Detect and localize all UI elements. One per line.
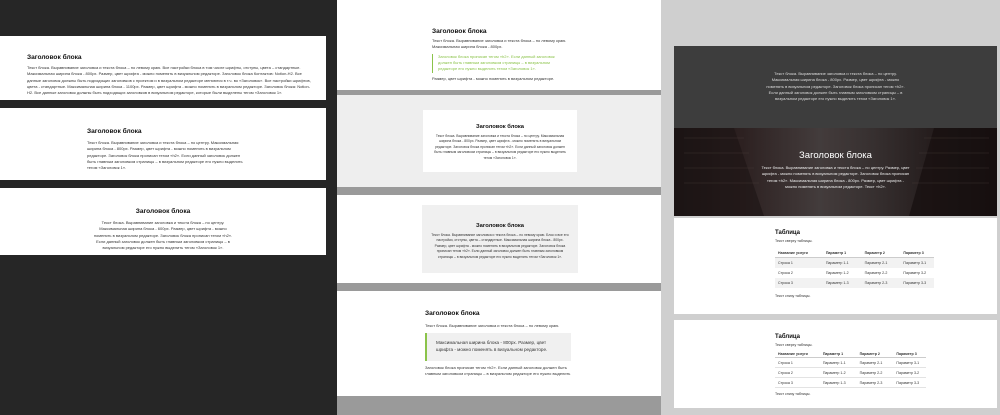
- block-title: Заголовок блока: [87, 128, 142, 135]
- table-below-text: Текст снизу таблицы.: [775, 392, 811, 397]
- block-note: Размер, цвет шрифта - можно поменять в в…: [432, 75, 555, 81]
- table-row: Строка 1 Параметр 1-1 Параметр 2-1 Парам…: [775, 257, 935, 269]
- block-callout: Максимальная ширина блока - 800px. Разме…: [425, 333, 571, 361]
- block-text: Текст блока. Выравнивание заголовка и те…: [766, 71, 905, 102]
- table-cell: Параметр 1-3: [815, 377, 853, 389]
- table-cell: Строка 1: [775, 357, 816, 369]
- right-table-block-2: Таблица Текст сверху таблицы. Название у…: [674, 320, 997, 408]
- data-table: Название услуги Параметр 1 Параметр 2 Па…: [775, 351, 927, 389]
- table-cell: Параметр 2-1: [864, 261, 888, 266]
- table-cell: Параметр 3-2: [903, 271, 927, 276]
- inner-card: Заголовок блока Текст блока. Выравнивани…: [422, 205, 578, 273]
- block-title: Заголовок блока: [135, 208, 191, 215]
- table-header-row: Название услуги Параметр 1 Параметр 2 Па…: [775, 249, 935, 259]
- middle-block-2: Заголовок блока Текст блока. Выравнивани…: [337, 95, 661, 187]
- block-text: Текст блока. Выравнивание заголовка и те…: [432, 38, 567, 50]
- block-text: Текст блока. Выравнивание заголовка и те…: [431, 233, 569, 259]
- table-cell: Параметр 2-3: [864, 281, 888, 286]
- block-title: Заголовок блока: [799, 150, 872, 161]
- right-photo-block: Заголовок блока Текст блока. Выравнивани…: [674, 128, 997, 216]
- block-text: Текст блока. Выравнивание заголовка и те…: [93, 220, 233, 251]
- block-text: Текст блока. Выравнивание заголовка и те…: [761, 165, 910, 189]
- block-text: Текст блока. Выравнивание заголовка и те…: [87, 140, 243, 171]
- table-below-text: Текст снизу таблицы.: [775, 294, 811, 299]
- table-cell: Параметр 3-2: [889, 367, 927, 379]
- middle-block-3: Заголовок блока Текст блока. Выравнивани…: [337, 195, 661, 283]
- table-header-cell: Параметр 3: [895, 249, 935, 259]
- table-header-cell: Название услуги: [775, 249, 818, 259]
- table-cell: Строка 3: [775, 377, 816, 389]
- block-title: Заголовок блока: [425, 310, 480, 317]
- block-text: Текст блока. Выравнивание заголовка и те…: [27, 65, 311, 96]
- table-row: Строка 2 Параметр 1-2 Параметр 2-2 Парам…: [775, 268, 934, 278]
- table-title: Таблица: [775, 334, 801, 340]
- table-cell: Параметр 1-1: [815, 357, 853, 369]
- table-above-text: Текст сверху таблицы.: [775, 343, 813, 347]
- table-title: Таблица: [775, 230, 801, 236]
- table-above-text: Текст сверху таблицы.: [775, 239, 813, 243]
- block-quote: Заголовок блока прописан тегом «h2». Есл…: [432, 53, 566, 73]
- table-cell: Параметр 1-1: [825, 261, 849, 266]
- table-cell: Строка 2: [778, 271, 793, 276]
- middle-block-1: Заголовок блока Текст блока. Выравнивани…: [337, 0, 661, 90]
- table-cell: Параметр 2-3: [852, 377, 890, 389]
- right-dark-block: Текст блока. Выравнивание заголовка и те…: [674, 46, 997, 128]
- table-cell: Строка 2: [775, 367, 816, 379]
- table-cell: Строка 1: [778, 261, 793, 266]
- table-cell: Параметр 1-2: [825, 271, 849, 276]
- data-table: Название услуги Параметр 1 Параметр 2 Па…: [775, 249, 935, 289]
- block-footer-text: Заголовок блока прописан тегом «h2». Есл…: [425, 364, 571, 378]
- block-text: Текст блока. Выравнивание заголовка и те…: [434, 134, 566, 160]
- right-table-block-1: Таблица Текст сверху таблицы. Название у…: [674, 218, 997, 314]
- table-header-cell: Параметр 2: [856, 249, 896, 259]
- table-row: Строка 3 Параметр 1-3 Параметр 2-3 Парам…: [775, 278, 935, 289]
- table-cell: Параметр 2-2: [864, 271, 888, 276]
- left-block-1: Заголовок блока Текст блока. Выравнивани…: [0, 36, 326, 100]
- block-title: [674, 60, 997, 67]
- table-row: Строка 3 Параметр 1-3 Параметр 2-3 Парам…: [775, 377, 927, 389]
- left-block-3: Заголовок блока Текст блока. Выравнивани…: [0, 188, 326, 255]
- table-cell: Параметр 3-3: [903, 281, 927, 286]
- table-cell: Параметр 2-2: [852, 367, 890, 379]
- table-cell: Параметр 2-1: [852, 357, 890, 369]
- block-title: Заголовок блока: [476, 124, 524, 130]
- table-cell: Параметр 3-3: [889, 377, 927, 389]
- block-title: Заголовок блока: [432, 28, 487, 35]
- table-cell: Параметр 1-2: [815, 367, 853, 379]
- table-cell: Строка 3: [778, 281, 793, 286]
- table-row: Строка 2 Параметр 1-2 Параметр 2-2 Парам…: [775, 367, 927, 379]
- table-header-cell: Параметр 1: [817, 249, 857, 259]
- table-cell: Параметр 3-1: [903, 261, 927, 266]
- inner-card: Заголовок блока Текст блока. Выравнивани…: [423, 110, 577, 172]
- block-text: Текст блока. Выравнивание заголовка и те…: [425, 323, 560, 328]
- table-row: Строка 1 Параметр 1-1 Параметр 2-1 Парам…: [775, 357, 927, 369]
- block-title: Заголовок блока: [27, 54, 82, 61]
- middle-block-4: Заголовок блока Текст блока. Выравнивани…: [337, 291, 661, 396]
- left-block-2: Заголовок блока Текст блока. Выравнивани…: [0, 108, 326, 180]
- table-cell: Параметр 1-3: [825, 281, 849, 286]
- block-title: Заголовок блока: [476, 223, 524, 229]
- table-cell: Параметр 3-1: [889, 357, 927, 369]
